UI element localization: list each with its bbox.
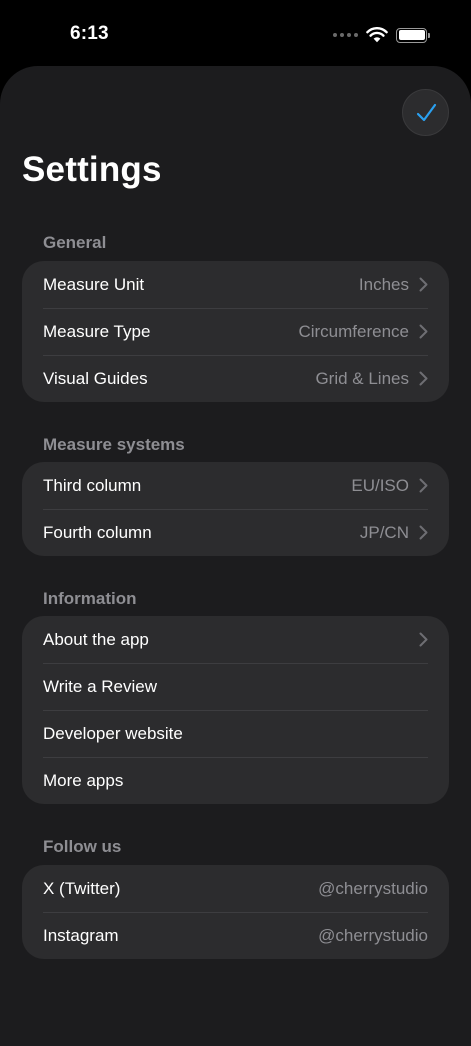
status-time: 6:13 [70,23,109,44]
row-value: Circumference [298,321,409,341]
row-third-column[interactable]: Third column EU/ISO [22,462,449,509]
chevron-right-icon [419,478,428,493]
row-value: JP/CN [359,522,409,542]
row-label: Measure Type [43,321,151,341]
signal-dots-icon [333,33,358,37]
group-information: About the app Write a Review Developer w… [22,616,449,804]
row-fourth-column[interactable]: Fourth column JP/CN [22,509,449,556]
row-value: EU/ISO [351,475,409,495]
section-header-general: General [43,233,107,252]
row-label: X (Twitter) [43,878,121,898]
row-x-twitter[interactable]: X (Twitter) @cherrystudio [22,865,449,912]
row-about-the-app[interactable]: About the app [22,616,449,663]
page-title: Settings [22,150,162,189]
status-icons [333,24,430,46]
row-measure-type[interactable]: Measure Type Circumference [22,308,449,355]
row-label: Third column [43,475,142,495]
row-write-a-review[interactable]: Write a Review [22,663,449,710]
row-label: Fourth column [43,522,152,542]
chevron-right-icon [419,371,428,386]
row-value: @cherrystudio [318,925,428,945]
section-header-information: Information [43,589,137,608]
chevron-right-icon [419,277,428,292]
row-label: Write a Review [43,676,157,696]
row-label: Measure Unit [43,274,145,294]
chevron-right-icon [419,632,428,647]
row-more-apps[interactable]: More apps [22,757,449,804]
settings-sheet: Settings General Measure Unit Inches Mea… [0,66,471,1046]
group-general: Measure Unit Inches Measure Type Circumf… [22,261,449,402]
row-developer-website[interactable]: Developer website [22,710,449,757]
row-value: Grid & Lines [315,368,409,388]
chevron-right-icon [419,324,428,339]
group-measure-systems: Third column EU/ISO Fourth column JP/CN [22,462,449,556]
status-bar: 6:13 [0,0,471,66]
section-header-measure-systems: Measure systems [43,435,185,454]
row-label: More apps [43,770,124,790]
row-value: @cherrystudio [318,878,428,898]
wifi-icon [366,27,388,43]
group-follow-us: X (Twitter) @cherrystudio Instagram @che… [22,865,449,959]
row-label: Instagram [43,925,119,945]
section-header-follow-us: Follow us [43,837,122,856]
row-label: About the app [43,629,149,649]
done-button[interactable] [402,89,449,136]
row-measure-unit[interactable]: Measure Unit Inches [22,261,449,308]
row-value: Inches [358,274,409,294]
row-instagram[interactable]: Instagram @cherrystudio [22,912,449,959]
chevron-right-icon [419,525,428,540]
row-label: Visual Guides [43,368,148,388]
row-visual-guides[interactable]: Visual Guides Grid & Lines [22,355,449,402]
checkmark-icon [416,103,436,121]
battery-icon [396,27,430,43]
row-label: Developer website [43,723,183,743]
